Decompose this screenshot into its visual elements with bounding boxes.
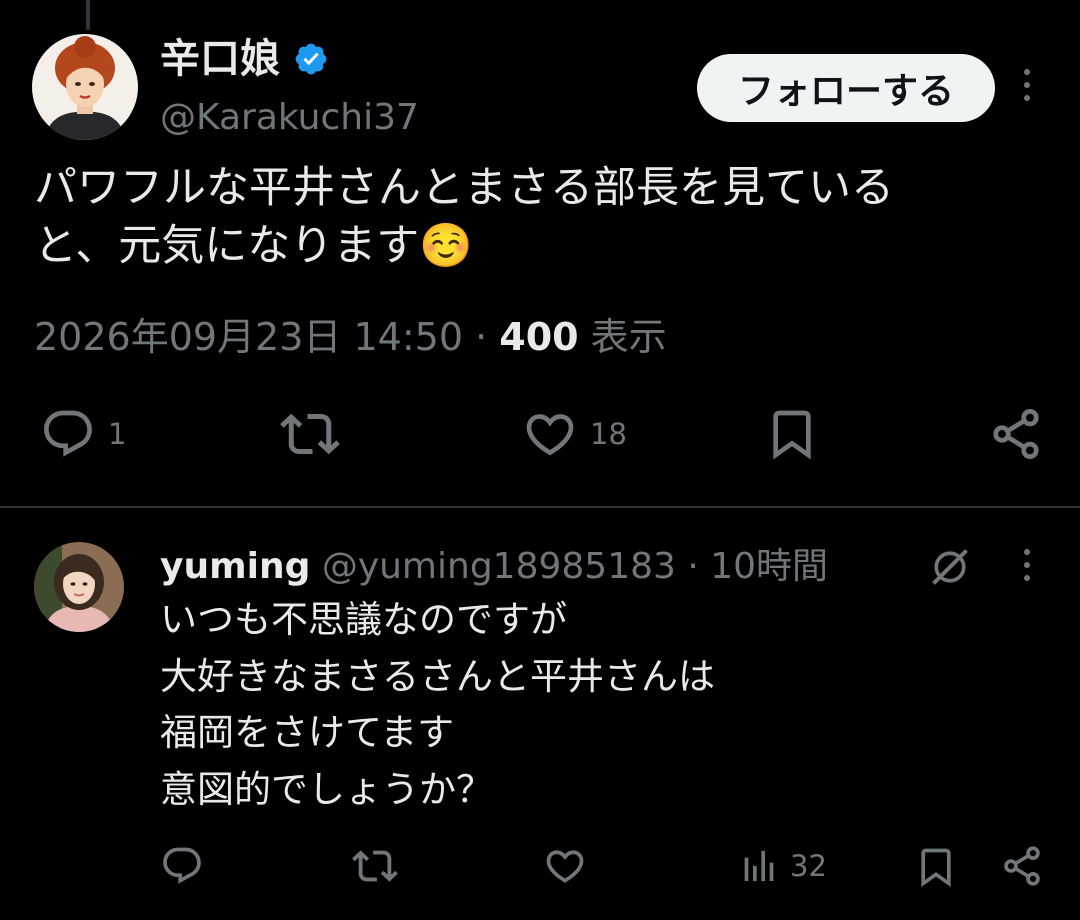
tweet-timestamp[interactable]: 2026年09月23日 14:50 [34,315,463,359]
grok-icon[interactable] [928,545,972,589]
retweet-icon [280,413,340,455]
follow-button[interactable]: フォローする [697,54,995,122]
reply-more-icon[interactable] [1017,549,1037,581]
like-icon [546,850,584,883]
share-icon [993,409,1039,459]
views-count: 400 [499,315,579,359]
tweet-meta: 2026年09月23日 14:50 · 400 表示 [34,306,667,361]
thread-connector-line [86,0,90,30]
share-button[interactable] [988,406,1044,462]
reply-retweet-button[interactable] [352,844,398,888]
reply-views-button[interactable]: 32 [738,844,827,888]
reply-time[interactable]: 10時間 [710,546,828,587]
more-icon[interactable] [1017,69,1037,101]
share-icon [1004,846,1040,886]
like-icon [526,414,574,456]
author-avatar[interactable] [32,34,138,140]
reply-time-separator: · [675,546,711,587]
tweet-text-line: パワフルな平井さんとまさる部長を見ている [34,163,894,213]
reply-text-line: いつも不思議なのですが [160,598,567,641]
views-label: 表示 [578,315,667,359]
like-button[interactable]: 18 [522,406,627,462]
reply-reply-button[interactable] [160,844,204,888]
reply-text-line: 大好きなまさるさんと平井さんは [160,655,715,698]
divider [0,506,1080,508]
author-handle[interactable]: @Karakuchi37 [160,95,419,141]
reply-share-button[interactable] [1000,844,1044,888]
reply-text-line: 福岡をさけてます [160,711,455,754]
bookmark-button[interactable] [764,404,820,464]
verified-badge-icon [295,43,327,75]
reply-like-button[interactable] [543,844,587,888]
bookmark-icon [921,848,951,888]
retweet-icon [352,850,398,882]
reply-icon [163,847,201,884]
reply-author-avatar[interactable] [34,542,124,632]
reply-button[interactable]: 1 [40,406,126,462]
author-display-name[interactable]: 辛口娘 [160,34,280,84]
reply-text-line: 意図的でしょうか？ [160,768,493,811]
bookmark-icon [773,410,811,460]
reply-bookmark-button[interactable] [914,844,958,890]
reply-icon [44,410,92,457]
like-count: 18 [590,417,627,451]
retweet-button[interactable] [280,406,352,462]
reply-handle[interactable]: @yuming18985183 [322,546,676,587]
views-icon [744,851,774,881]
reply-views-count: 32 [790,849,827,883]
tweet-text-line: と、元気になります☺️ [34,221,473,271]
reply-header: yuming @yuming18985183 · 10時間 [160,543,828,591]
reply-count: 1 [108,417,127,451]
reply-display-name[interactable]: yuming [160,546,310,587]
meta-separator: · [463,315,500,359]
